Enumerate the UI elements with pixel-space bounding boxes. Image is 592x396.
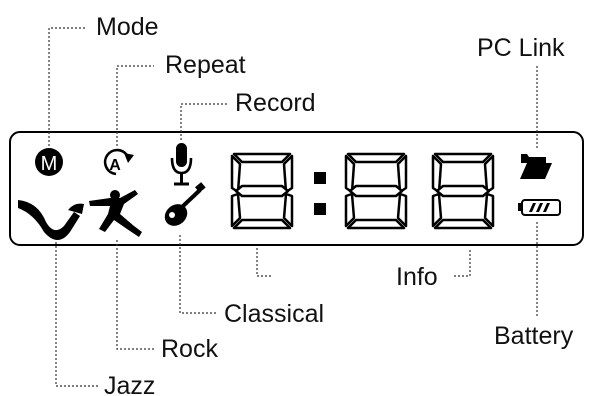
record-label: Record xyxy=(235,89,316,117)
segment-a xyxy=(346,152,406,164)
segment-e xyxy=(344,192,356,228)
mode-icon-letter: M xyxy=(41,153,58,175)
repeat-icon-letter: A xyxy=(109,157,121,174)
digit-1 xyxy=(230,152,294,230)
segment-a xyxy=(433,152,493,164)
rock-leader xyxy=(116,240,154,350)
jazz-label: Jazz xyxy=(104,372,155,396)
mode-label: Mode xyxy=(96,13,159,41)
jazz-leader xyxy=(55,242,98,387)
segment-d xyxy=(346,218,406,230)
rock-dancer-icon xyxy=(89,190,142,237)
segment-g xyxy=(435,184,491,198)
rock-label: Rock xyxy=(161,335,218,363)
jazz-saxophone-icon xyxy=(18,200,84,240)
segment-b xyxy=(483,154,495,194)
segment-c xyxy=(483,192,495,228)
time-separator xyxy=(314,172,326,215)
repeat-icon: A xyxy=(103,148,134,176)
info-label: Info xyxy=(396,263,438,291)
pclink-label: PC Link xyxy=(477,34,565,62)
segment-g xyxy=(234,184,290,198)
classical-leader xyxy=(179,235,218,314)
battery-label: Battery xyxy=(494,322,574,350)
lcd-diagram: M A Mode Repeat Record PC Link Info Batt… xyxy=(0,0,592,396)
info-leader-right xyxy=(454,248,471,277)
classical-label: Classical xyxy=(224,300,324,328)
mode-leader xyxy=(48,27,86,146)
record-leader xyxy=(180,103,228,140)
segment-c xyxy=(282,192,294,228)
segment-b xyxy=(282,154,294,194)
segment-a xyxy=(232,152,292,164)
segment-e xyxy=(431,192,443,228)
diagram-canvas: M A Mode Repeat Record PC Link Info Batt… xyxy=(9,13,584,396)
segment-d xyxy=(433,218,493,230)
guitar-icon xyxy=(164,182,206,226)
digit-2 xyxy=(344,152,408,230)
repeat-label: Repeat xyxy=(165,51,246,79)
segment-e xyxy=(230,192,242,228)
folder-icon xyxy=(520,154,552,179)
digit-3 xyxy=(431,152,495,230)
info-leader-left xyxy=(256,248,272,277)
battery-icon xyxy=(518,199,561,216)
segment-b xyxy=(396,154,408,194)
repeat-leader xyxy=(116,65,154,146)
segment-g xyxy=(348,184,404,198)
segment-f xyxy=(431,154,443,194)
segment-c xyxy=(396,192,408,228)
segment-d xyxy=(232,218,292,230)
microphone-icon xyxy=(170,143,193,186)
lcd-panel xyxy=(9,131,584,246)
mode-icon: M xyxy=(35,148,63,176)
segment-f xyxy=(344,154,356,194)
segment-f xyxy=(230,154,242,194)
